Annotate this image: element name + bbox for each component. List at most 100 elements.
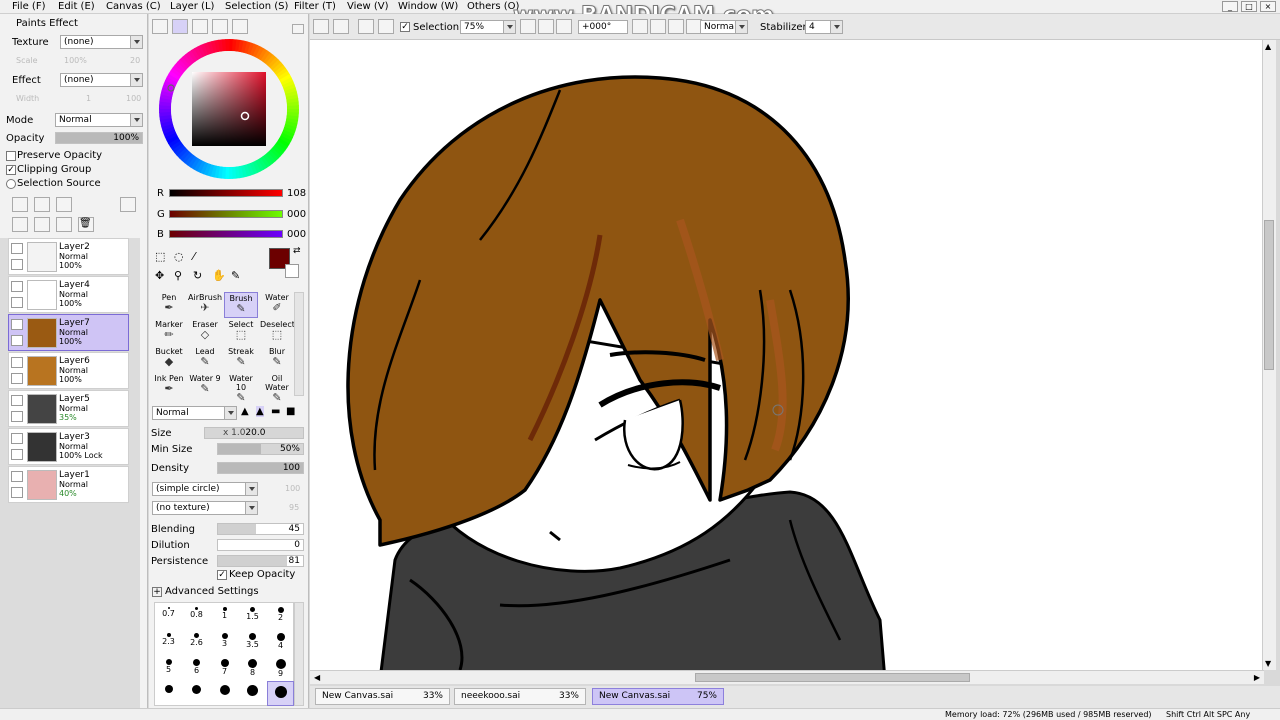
eyedropper-icon[interactable]: ✎ <box>231 269 240 282</box>
brush-size-cell[interactable]: 2.3 <box>155 629 182 654</box>
menu-view[interactable]: View (V) <box>347 0 389 13</box>
select-invert-icon[interactable] <box>333 19 349 34</box>
tool-scrollbar[interactable] <box>294 292 304 396</box>
delete-layer-icon[interactable]: 🗑 <box>78 217 94 232</box>
scroll-down-icon[interactable]: ▼ <box>1265 659 1271 668</box>
canvas-tab[interactable]: neeekooo.sai 33% <box>454 688 586 705</box>
tool-button[interactable]: Water 10 ✎ <box>224 373 258 404</box>
new-folder-icon[interactable] <box>56 197 72 212</box>
brush-size-cell[interactable]: 8 <box>239 655 266 680</box>
tool-button[interactable]: Pen ✒ <box>152 292 186 318</box>
canvas-tab[interactable]: New Canvas.sai 33% <box>315 688 450 705</box>
layer-lock-icon[interactable] <box>11 487 23 498</box>
marquee-icon[interactable]: ⬚ <box>155 250 165 263</box>
brush-size-cell[interactable]: 3.5 <box>239 629 266 654</box>
texture-combo[interactable]: (none) <box>60 35 143 49</box>
canvas-tab-active[interactable]: New Canvas.sai 75% <box>592 688 724 705</box>
advanced-settings-label[interactable]: Advanced Settings <box>165 586 259 597</box>
brush-size-cell[interactable]: 2.6 <box>183 629 210 654</box>
magic-wand-icon[interactable]: ⁄ <box>193 250 195 263</box>
scroll-left-icon[interactable]: ◀ <box>314 673 320 682</box>
layer-lock-icon[interactable] <box>11 449 23 460</box>
shape-soft-icon[interactable]: ▲ <box>241 406 249 417</box>
menu-canvas[interactable]: Canvas (C) <box>106 0 161 13</box>
selection-checkbox[interactable]: ✓ <box>400 22 410 32</box>
tool-button[interactable]: Bucket ◆ <box>152 346 186 372</box>
horizontal-scroll-thumb[interactable] <box>695 673 970 682</box>
new-linework-layer-icon[interactable] <box>34 197 50 212</box>
move-icon[interactable]: ✥ <box>155 269 164 282</box>
visibility-eye-icon[interactable] <box>11 471 23 482</box>
rotation-combo[interactable]: +000° <box>578 20 628 34</box>
menu-selection[interactable]: Selection (S) <box>225 0 288 13</box>
brush-size-cell[interactable]: 0.7 <box>155 603 182 628</box>
vertical-scroll-thumb[interactable] <box>1264 220 1274 370</box>
merge-down-icon[interactable] <box>34 217 50 232</box>
tool-button[interactable]: Eraser ◇ <box>188 319 222 345</box>
menu-file[interactable]: File (F) <box>12 0 45 13</box>
tool-button[interactable]: Water ✐ <box>260 292 294 318</box>
lasso-icon[interactable]: ◌ <box>174 250 184 263</box>
shape-medium-icon[interactable]: ▲ <box>256 406 264 417</box>
preserve-opacity-checkbox[interactable] <box>6 151 16 161</box>
brush-size-cell[interactable]: 1.5 <box>239 603 266 628</box>
visibility-eye-icon[interactable] <box>11 319 23 330</box>
blend-mode-combo[interactable]: Normal <box>700 20 748 34</box>
clipping-group-checkbox[interactable]: ✓ <box>6 165 16 175</box>
hand-icon[interactable]: ✋ <box>212 269 226 282</box>
layer-lock-icon[interactable] <box>11 259 23 270</box>
r-slider[interactable] <box>169 189 283 197</box>
persistence-slider[interactable]: 81 <box>217 555 304 567</box>
shape-flat-icon[interactable]: ■ <box>286 406 295 417</box>
vertical-scrollbar[interactable]: ▲ ▼ <box>1262 40 1276 670</box>
layer-lock-icon[interactable] <box>11 297 23 308</box>
layer-item[interactable]: Layer4 Normal 100% <box>8 276 129 313</box>
tool-button[interactable]: Deselect ⬚ <box>260 319 295 345</box>
visibility-eye-icon[interactable] <box>11 433 23 444</box>
rotate-right-icon[interactable] <box>650 19 666 34</box>
zoom-reset-icon[interactable] <box>556 19 572 34</box>
layer-item[interactable]: Layer6 Normal 100% <box>8 352 129 389</box>
panel-dropdown-icon[interactable] <box>292 24 304 34</box>
layer-item[interactable]: Layer1 Normal 40% <box>8 466 129 503</box>
brush-blend-combo[interactable]: Normal <box>152 406 237 420</box>
brush-size-scrollbar[interactable] <box>294 602 304 706</box>
visibility-eye-icon[interactable] <box>11 357 23 368</box>
brush-size-cell[interactable] <box>183 681 210 706</box>
g-slider[interactable] <box>169 210 283 218</box>
tool-button[interactable]: Water 9 ✎ <box>188 373 222 399</box>
b-slider[interactable] <box>169 230 283 238</box>
dilution-slider[interactable]: 0 <box>217 539 304 551</box>
zoom-icon[interactable]: ⚲ <box>174 269 182 282</box>
scratchpad-icon[interactable] <box>232 19 248 34</box>
select-none-icon[interactable] <box>313 19 329 34</box>
density-slider[interactable]: 100 <box>217 462 304 474</box>
menu-window[interactable]: Window (W) <box>398 0 458 13</box>
brush-edit-icon[interactable] <box>11 335 23 346</box>
layer-item[interactable]: Layer3 Normal 100% Lock <box>8 428 129 465</box>
maximize-icon[interactable]: □ <box>1241 1 1257 12</box>
tool-button[interactable]: Brush ✎ <box>224 292 258 318</box>
rotate-left-icon[interactable] <box>632 19 648 34</box>
menu-edit[interactable]: Edit (E) <box>58 0 95 13</box>
swap-colors-icon[interactable]: ⇄ <box>293 246 301 256</box>
stabilizer-combo[interactable]: 4 <box>805 20 843 34</box>
transfer-down-icon[interactable] <box>12 217 28 232</box>
scroll-up-icon[interactable]: ▲ <box>1265 42 1271 51</box>
color-wheel[interactable] <box>159 39 299 179</box>
minimize-icon[interactable]: _ <box>1222 1 1238 12</box>
new-layer-icon[interactable] <box>12 197 28 212</box>
zoom-out-icon[interactable] <box>520 19 536 34</box>
brush-texture-combo[interactable]: (no texture) <box>152 501 258 515</box>
brush-size-cell[interactable]: 1 <box>211 603 238 628</box>
tool-button[interactable]: Ink Pen ✒ <box>152 373 186 399</box>
brush-size-cell[interactable] <box>155 681 182 706</box>
layer-item[interactable]: Layer5 Normal 35% <box>8 390 129 427</box>
brush-size-cell[interactable]: 2 <box>267 603 294 628</box>
shape-hard-icon[interactable]: ▬ <box>271 406 280 417</box>
tool-button[interactable]: Marker ✏ <box>152 319 186 345</box>
visibility-eye-icon[interactable] <box>11 243 23 254</box>
tool-button[interactable]: Select ⬚ <box>224 319 258 345</box>
secondary-color-swatch[interactable] <box>285 264 299 278</box>
menu-filter[interactable]: Filter (T) <box>294 0 336 13</box>
